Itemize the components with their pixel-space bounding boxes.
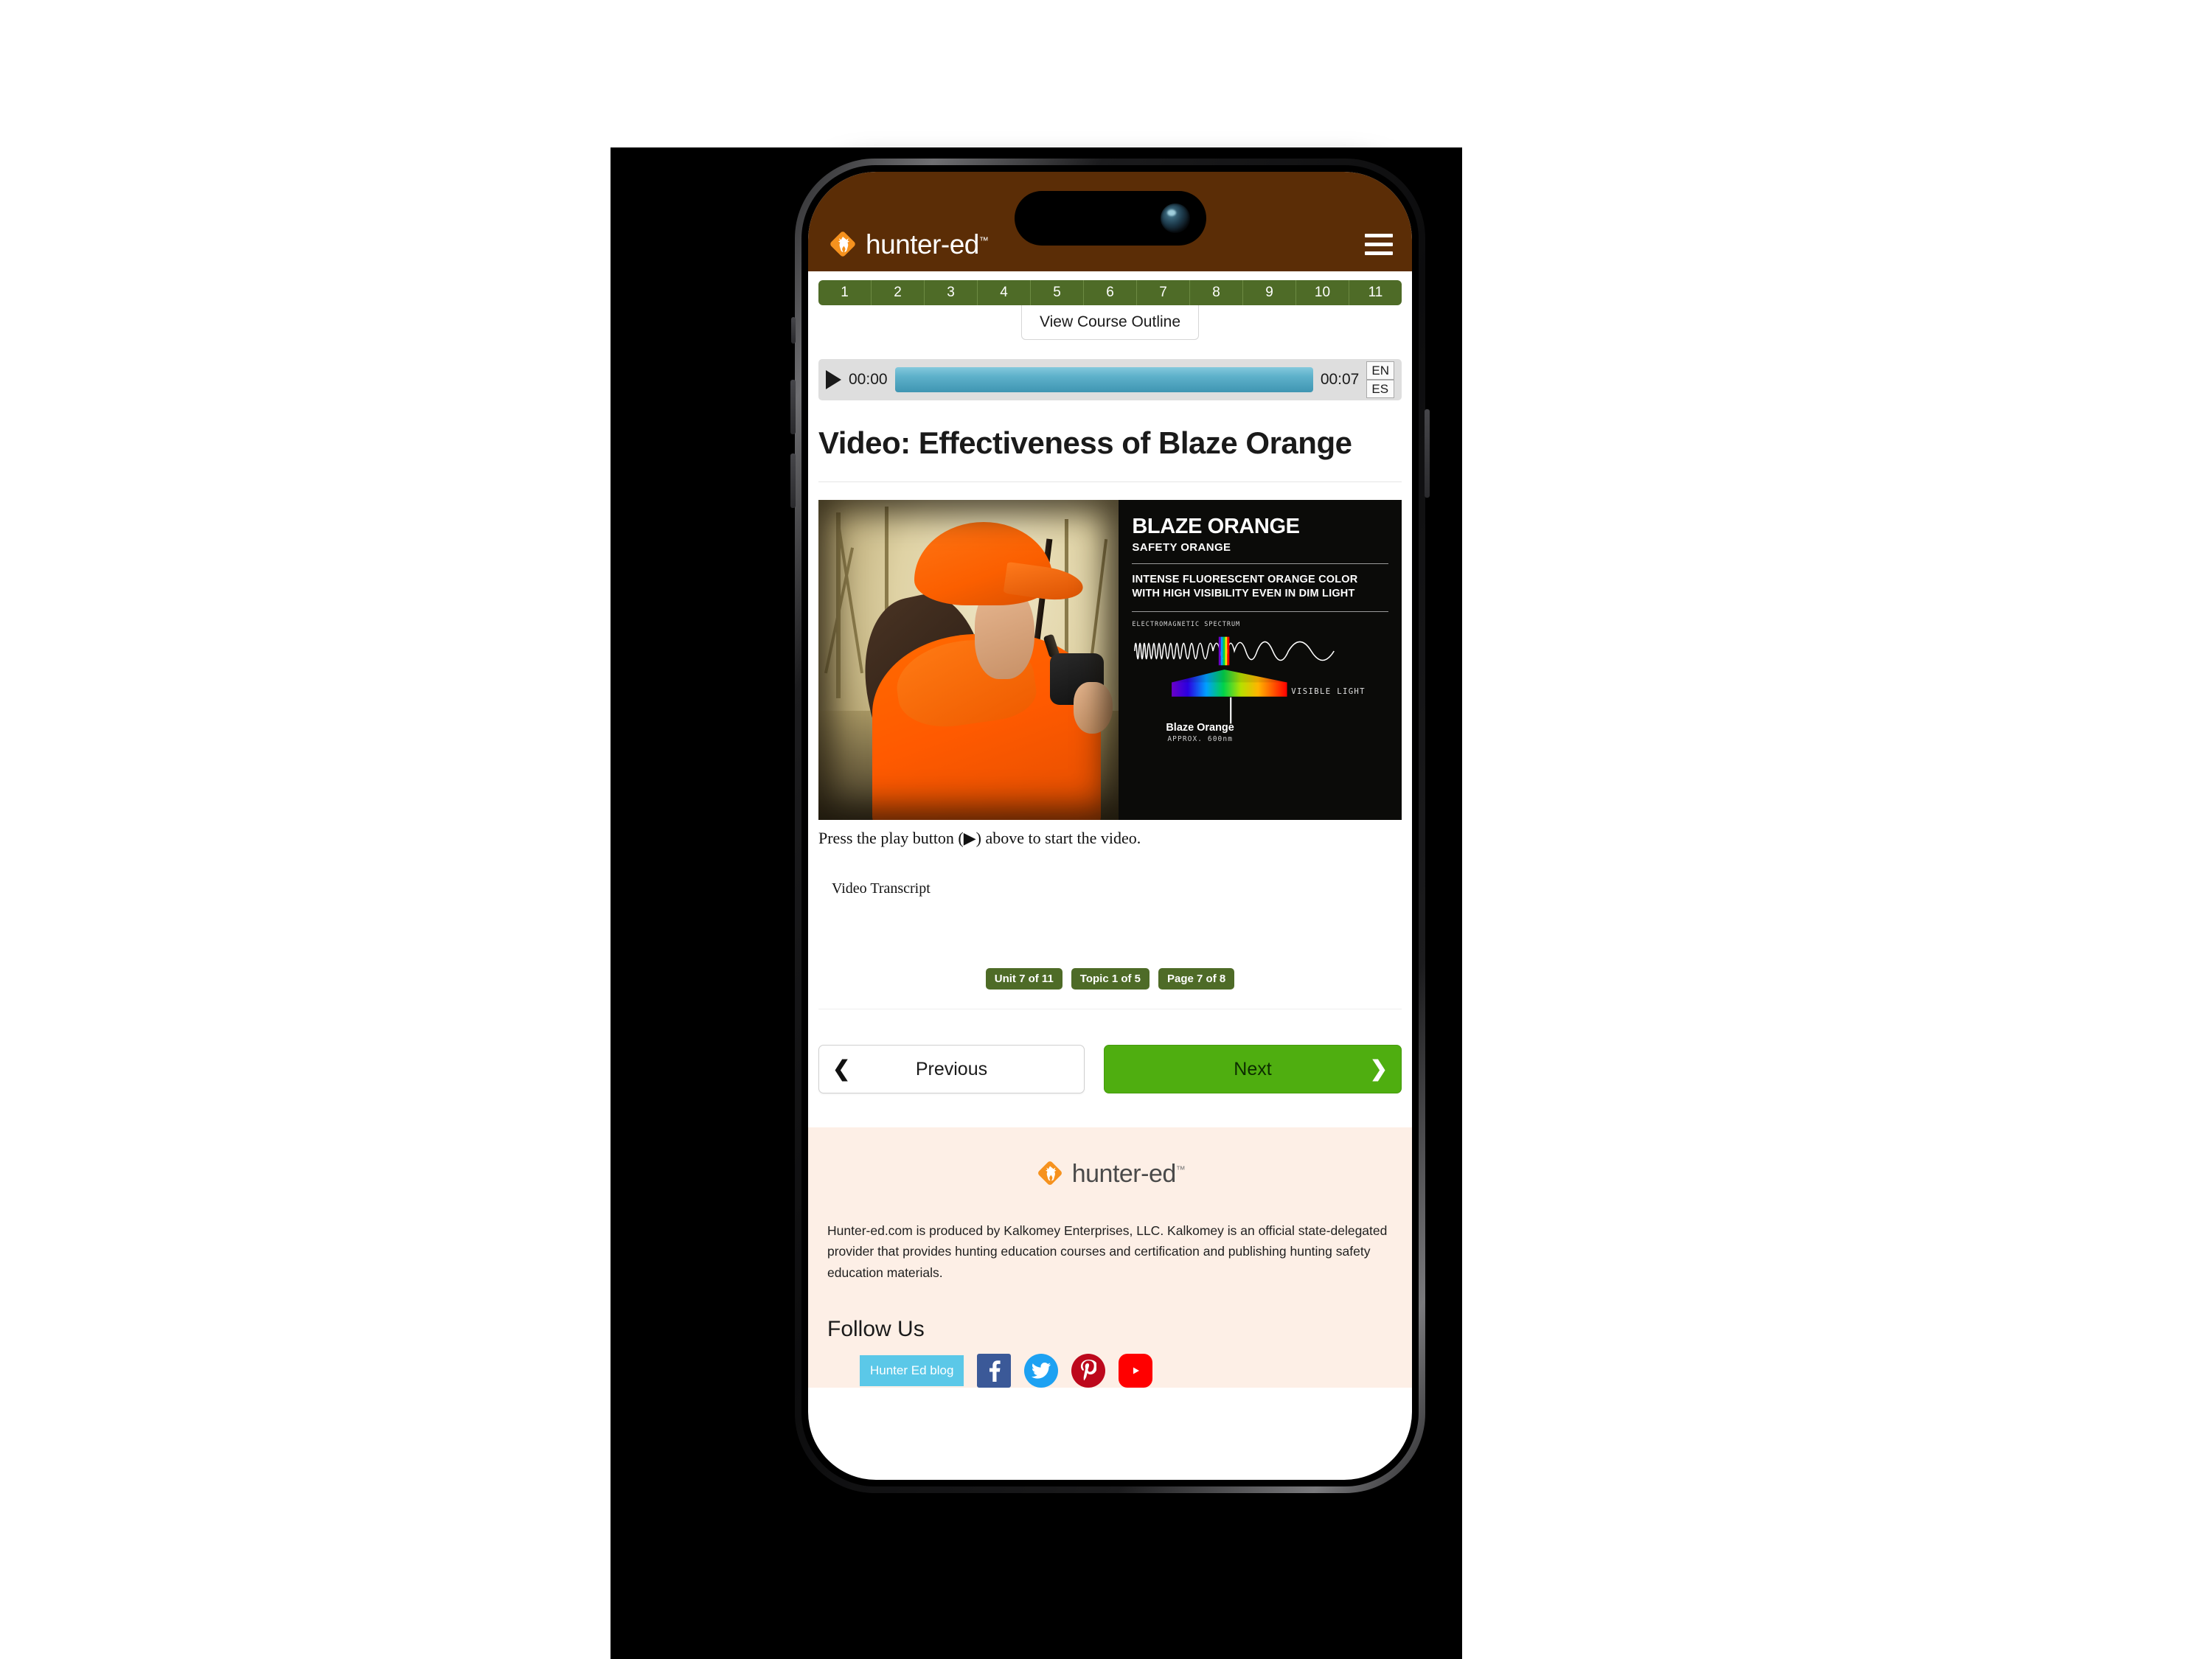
unit-tab-11[interactable]: 11 <box>1349 280 1402 305</box>
next-button[interactable]: Next ❯ <box>1103 1045 1402 1093</box>
page-navigation: ❮ Previous Next ❯ <box>818 1045 1402 1093</box>
footer-description: Hunter-ed.com is produced by Kalkomey En… <box>827 1223 1388 1280</box>
unit-tab-4[interactable]: 4 <box>978 280 1031 305</box>
previous-button[interactable]: ❮ Previous <box>818 1045 1085 1093</box>
audio-language-toggle: EN ES <box>1366 361 1394 399</box>
unit-tab-1[interactable]: 1 <box>818 280 872 305</box>
audio-duration: 00:07 <box>1320 371 1360 388</box>
follow-us-heading: Follow Us <box>827 1317 925 1342</box>
unit-tab-9[interactable]: 9 <box>1243 280 1296 305</box>
electromagnetic-spectrum-diagram: VISIBLE LIGHT Blaze Orange <box>1134 636 1366 734</box>
silent-switch[interactable] <box>791 317 796 344</box>
volume-up-button[interactable] <box>790 380 796 434</box>
site-footer: hunter-ed™ Hunter-ed.com is produced by … <box>808 1127 1412 1388</box>
unit-tab-5[interactable]: 5 <box>1031 280 1084 305</box>
phone-screen: hunter-ed™ 1 2 3 4 5 6 7 8 9 10 11 View … <box>808 172 1412 1480</box>
hunter-ed-blog-link[interactable]: Hunter Ed blog <box>860 1355 964 1387</box>
infographic-title: BLAZE ORANGE <box>1132 515 1300 538</box>
trademark-symbol: ™ <box>978 234 989 246</box>
unit-tab-6[interactable]: 6 <box>1084 280 1137 305</box>
lang-en-button[interactable]: EN <box>1366 361 1394 380</box>
spectrum-label: ELECTROMAGNETIC SPECTRUM <box>1132 620 1241 628</box>
infographic-subtitle: SAFETY ORANGE <box>1132 541 1231 554</box>
unit-strip: 1 2 3 4 5 6 7 8 9 10 11 <box>818 280 1402 305</box>
volume-down-button[interactable] <box>790 453 796 508</box>
previous-button-label: Previous <box>915 1058 988 1079</box>
infographic-divider-1 <box>1132 563 1388 564</box>
audio-progress-bar[interactable] <box>894 367 1313 392</box>
unit-tab-7[interactable]: 7 <box>1137 280 1190 305</box>
play-triangle-icon[interactable] <box>826 370 841 389</box>
blaze-orange-infographic: BLAZE ORANGE SAFETY ORANGE INTENSE FLUOR… <box>1119 500 1402 820</box>
deer-head-diamond-logo <box>827 229 858 260</box>
brand-name: hunter-ed™ <box>866 229 989 260</box>
audio-player: 00:00 00:07 EN ES <box>818 359 1402 400</box>
footer-brand-name: hunter-ed™ <box>1071 1160 1186 1188</box>
next-button-label: Next <box>1234 1058 1272 1079</box>
unit-tab-10[interactable]: 10 <box>1296 280 1349 305</box>
brand-logo[interactable]: hunter-ed™ <box>827 229 989 260</box>
svg-text:VISIBLE LIGHT: VISIBLE LIGHT <box>1292 686 1366 696</box>
unit-tab-8[interactable]: 8 <box>1190 280 1243 305</box>
front-camera-icon <box>1160 204 1190 233</box>
power-button[interactable] <box>1425 409 1430 498</box>
pinterest-icon[interactable] <box>1071 1354 1106 1388</box>
facebook-icon[interactable] <box>977 1354 1012 1388</box>
video-transcript-link[interactable]: Video Transcript <box>832 880 1402 897</box>
dynamic-island <box>1014 191 1206 246</box>
iphone-device-frame: hunter-ed™ 1 2 3 4 5 6 7 8 9 10 11 View … <box>790 159 1430 1493</box>
infographic-divider-2 <box>1132 611 1388 612</box>
chevron-right-icon: ❯ <box>1369 1057 1388 1081</box>
svg-text:Blaze Orange: Blaze Orange <box>1166 722 1234 734</box>
trademark-symbol: ™ <box>1175 1164 1186 1175</box>
unit-tab-3[interactable]: 3 <box>925 280 978 305</box>
unit-tab-2[interactable]: 2 <box>872 280 925 305</box>
deer-head-diamond-logo <box>1035 1158 1066 1189</box>
outline-button-wrap: View Course Outline <box>818 305 1402 340</box>
hunter-photo <box>818 500 1119 820</box>
lang-es-button[interactable]: ES <box>1366 380 1394 399</box>
chevron-left-icon: ❮ <box>832 1057 851 1081</box>
view-course-outline-button[interactable]: View Course Outline <box>1020 305 1200 340</box>
progress-badges: Unit 7 of 11 Topic 1 of 5 Page 7 of 8 <box>808 968 1412 990</box>
page-title: Video: Effectiveness of Blaze Orange <box>818 425 1352 460</box>
title-divider <box>818 481 1402 482</box>
twitter-icon[interactable] <box>1024 1354 1059 1388</box>
topic-badge: Topic 1 of 5 <box>1071 968 1150 990</box>
unit-badge: Unit 7 of 11 <box>985 968 1062 990</box>
hamburger-menu-icon[interactable] <box>1365 234 1393 255</box>
unit-navigation: 1 2 3 4 5 6 7 8 9 10 11 View Course Outl… <box>808 271 1412 340</box>
audio-current-time: 00:00 <box>849 371 888 388</box>
video-caption: Press the play button (▶) above to start… <box>818 829 1141 847</box>
infographic-body: INTENSE FLUORESCENT ORANGE COLOR WITH HI… <box>1132 574 1358 600</box>
social-links: Hunter Ed blog <box>827 1354 1393 1388</box>
blaze-orange-wavelength: APPROX. 600nm <box>1167 734 1234 743</box>
video-thumbnail[interactable]: BLAZE ORANGE SAFETY ORANGE INTENSE FLUOR… <box>818 500 1402 820</box>
youtube-icon[interactable] <box>1119 1354 1153 1388</box>
footer-brand-logo[interactable]: hunter-ed™ <box>827 1158 1393 1189</box>
page-badge: Page 7 of 8 <box>1158 968 1235 990</box>
hunter-hand <box>1074 682 1113 734</box>
